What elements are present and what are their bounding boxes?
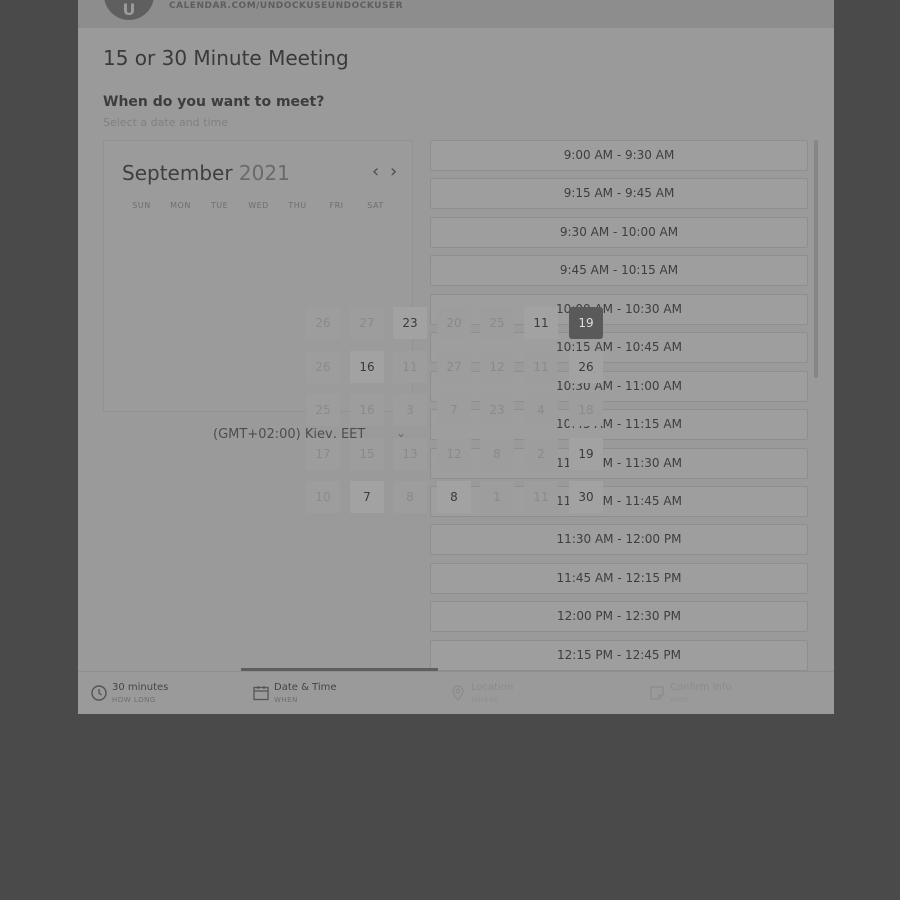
calendar-day[interactable]: 19	[569, 438, 603, 470]
calendar-day[interactable]: 17	[306, 438, 340, 470]
when-heading: When do you want to meet?	[103, 94, 325, 110]
calendar-day[interactable]: 4	[524, 394, 558, 426]
calendar-day[interactable]: 15	[350, 438, 384, 470]
prev-month-chevron-icon[interactable]: ‹	[372, 161, 379, 182]
calendar-day[interactable]: 20	[437, 307, 471, 339]
calendar-day[interactable]: 8	[393, 481, 427, 513]
time-slot[interactable]: 9:15 AM - 9:45 AM	[430, 178, 808, 209]
when-subtitle: Select a date and time	[103, 116, 229, 129]
step-title: Date & Time	[274, 682, 337, 693]
calendar-month: September	[122, 161, 233, 185]
calendar-day[interactable]: 7	[437, 394, 471, 426]
calendar-month-year: September 2021	[122, 161, 290, 185]
weekday-label: MON	[170, 201, 191, 210]
calendar-day[interactable]: 11	[524, 481, 558, 513]
calendar-day[interactable]: 8	[437, 481, 471, 513]
time-slot[interactable]: 9:30 AM - 10:00 AM	[430, 217, 808, 248]
time-slot[interactable]: 9:45 AM - 10:15 AM	[430, 255, 808, 286]
calendar-day[interactable]: 3	[393, 394, 427, 426]
step-subtitle: WHO	[670, 696, 690, 704]
profile-header: U CALENDAR.COM/UNDOCKUSEUNDOCKUSER	[78, 0, 834, 28]
page-title: 15 or 30 Minute Meeting	[103, 46, 349, 70]
calendar-day-selected[interactable]: 19	[569, 307, 603, 339]
calendar-icon	[253, 686, 269, 701]
weekday-label: SAT	[367, 201, 384, 210]
calendar-day[interactable]: 10	[306, 481, 340, 513]
calendar-day[interactable]: 23	[480, 394, 514, 426]
step-title: Location	[471, 682, 514, 693]
calendar-day[interactable]: 27	[350, 307, 384, 339]
step-subtitle: WHEN	[274, 696, 298, 704]
calendar-day[interactable]: 25	[480, 307, 514, 339]
calendar-day[interactable]: 2	[524, 438, 558, 470]
time-slot-scrollbar[interactable]	[814, 140, 818, 378]
calendar-url[interactable]: CALENDAR.COM/UNDOCKUSEUNDOCKUSER	[169, 1, 403, 11]
calendar-year: 2021	[238, 161, 290, 185]
weekday-label: WED	[248, 201, 269, 210]
calendar-day[interactable]: 11	[524, 307, 558, 339]
calendar-day[interactable]: 23	[393, 307, 427, 339]
calendar-day[interactable]: 8	[480, 438, 514, 470]
step-title: Confirm Info	[670, 682, 732, 693]
timezone-label: (GMT+02:00) Kiev, EET	[213, 427, 366, 442]
calendar-day[interactable]: 25	[306, 394, 340, 426]
calendar-day[interactable]: 18	[569, 394, 603, 426]
calendar-day[interactable]: 16	[350, 394, 384, 426]
step-subtitle: HOW LONG	[112, 696, 156, 704]
calendar-day[interactable]: 26	[306, 307, 340, 339]
next-month-chevron-icon[interactable]: ›	[390, 161, 397, 182]
time-slot[interactable]: 11:30 AM - 12:00 PM	[430, 524, 808, 555]
step-progress-bar: 30 minutes HOW LONG Date & Time WHEN Loc…	[78, 671, 834, 714]
calendar-day[interactable]: 26	[306, 351, 340, 383]
calendar-day[interactable]: 12	[437, 438, 471, 470]
step-title: 30 minutes	[112, 682, 169, 693]
calendar-day[interactable]: 30	[569, 481, 603, 513]
calendar-day[interactable]: 13	[393, 438, 427, 470]
calendar-day[interactable]: 16	[350, 351, 384, 383]
avatar[interactable]: U	[104, 0, 154, 20]
calendar-day[interactable]: 7	[350, 481, 384, 513]
time-slot[interactable]: 12:00 PM - 12:30 PM	[430, 601, 808, 632]
clock-icon	[91, 685, 107, 701]
time-slot[interactable]: 11:45 AM - 12:15 PM	[430, 563, 808, 594]
calendar-day[interactable]: 11	[524, 351, 558, 383]
time-slot[interactable]: 12:15 PM - 12:45 PM	[430, 640, 808, 671]
calendar-day[interactable]: 12	[480, 351, 514, 383]
calendar-day[interactable]: 27	[437, 351, 471, 383]
weekday-label: THU	[288, 201, 307, 210]
step-subtitle: WHERE	[471, 696, 500, 704]
calendar-day[interactable]: 1	[480, 481, 514, 513]
time-slot[interactable]: 9:00 AM - 9:30 AM	[430, 140, 808, 171]
calendar-day[interactable]: 26	[569, 351, 603, 383]
calendar-day[interactable]: 11	[393, 351, 427, 383]
weekday-label: TUE	[210, 201, 229, 210]
weekday-header: SUN MON TUE WED THU FRI SAT	[122, 201, 396, 210]
location-pin-icon	[452, 685, 464, 701]
weekday-label: SUN	[132, 201, 151, 210]
weekday-label: FRI	[329, 201, 344, 210]
note-icon	[650, 686, 664, 700]
